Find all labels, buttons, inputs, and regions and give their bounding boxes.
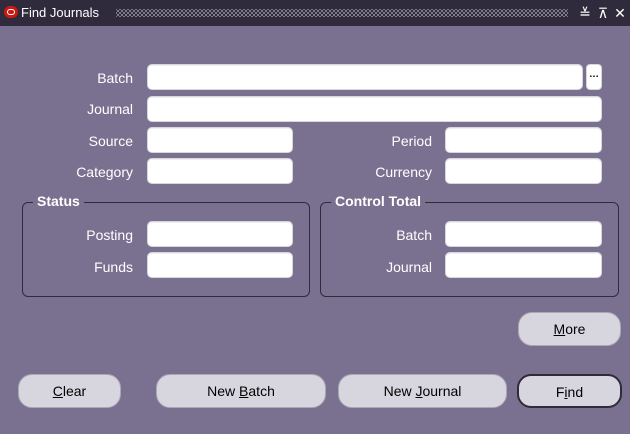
posting-field[interactable] [147, 221, 293, 247]
batch-lov-button[interactable]: … [586, 64, 602, 90]
category-label: Category [76, 164, 133, 180]
currency-field[interactable] [445, 158, 602, 184]
source-field[interactable] [147, 127, 293, 153]
new-batch-button[interactable]: New Batch [156, 374, 326, 408]
find-button-label-post: nd [567, 384, 584, 400]
period-label: Period [391, 133, 432, 149]
funds-label: Funds [94, 259, 133, 275]
journal-label: Journal [87, 101, 133, 117]
currency-label: Currency [375, 164, 432, 180]
new-batch-button-mnemonic: B [239, 383, 249, 399]
control-total-group: Control Total [320, 193, 619, 297]
control-journal-field[interactable] [445, 252, 602, 278]
period-field[interactable] [445, 127, 602, 153]
window-title: Find Journals [21, 5, 100, 20]
minimize-icon[interactable]: ≚ [578, 4, 592, 22]
status-group-title: Status [33, 193, 84, 209]
form-body: Batch … Journal Source Period Category C… [0, 26, 630, 434]
new-batch-button-label-post: atch [248, 383, 275, 399]
posting-label: Posting [86, 227, 133, 243]
more-button-mnemonic: M [553, 321, 566, 337]
more-button-label-post: ore [565, 321, 586, 337]
control-journal-label: Journal [386, 259, 432, 275]
source-label: Source [88, 133, 133, 149]
title-bar[interactable]: Find Journals ≚ ⊼ ✕ [0, 0, 630, 26]
new-journal-button-label-pre: New [383, 383, 416, 399]
clear-button-mnemonic: C [52, 383, 63, 399]
find-journals-window: Find Journals ≚ ⊼ ✕ Batch … Journal Sour… [0, 0, 630, 434]
funds-field[interactable] [147, 252, 293, 278]
find-button[interactable]: Find [517, 374, 622, 408]
batch-field[interactable] [147, 64, 583, 90]
maximize-icon[interactable]: ⊼ [596, 4, 610, 22]
control-batch-label: Batch [396, 227, 432, 243]
status-group: Status [22, 193, 310, 297]
category-field[interactable] [147, 158, 293, 184]
oracle-logo-icon [4, 6, 18, 18]
more-button[interactable]: More [518, 312, 621, 346]
clear-button-label-post: lear [62, 383, 87, 399]
journal-field[interactable] [147, 96, 602, 122]
new-journal-button-label-post: ournal [422, 383, 462, 399]
control-batch-field[interactable] [445, 221, 602, 247]
new-journal-button[interactable]: New Journal [338, 374, 507, 408]
new-batch-button-label-pre: New [207, 383, 240, 399]
close-icon[interactable]: ✕ [613, 4, 627, 22]
control-total-group-title: Control Total [331, 193, 426, 209]
batch-label: Batch [97, 70, 133, 86]
title-bar-texture [116, 9, 568, 17]
clear-button[interactable]: Clear [18, 374, 121, 408]
